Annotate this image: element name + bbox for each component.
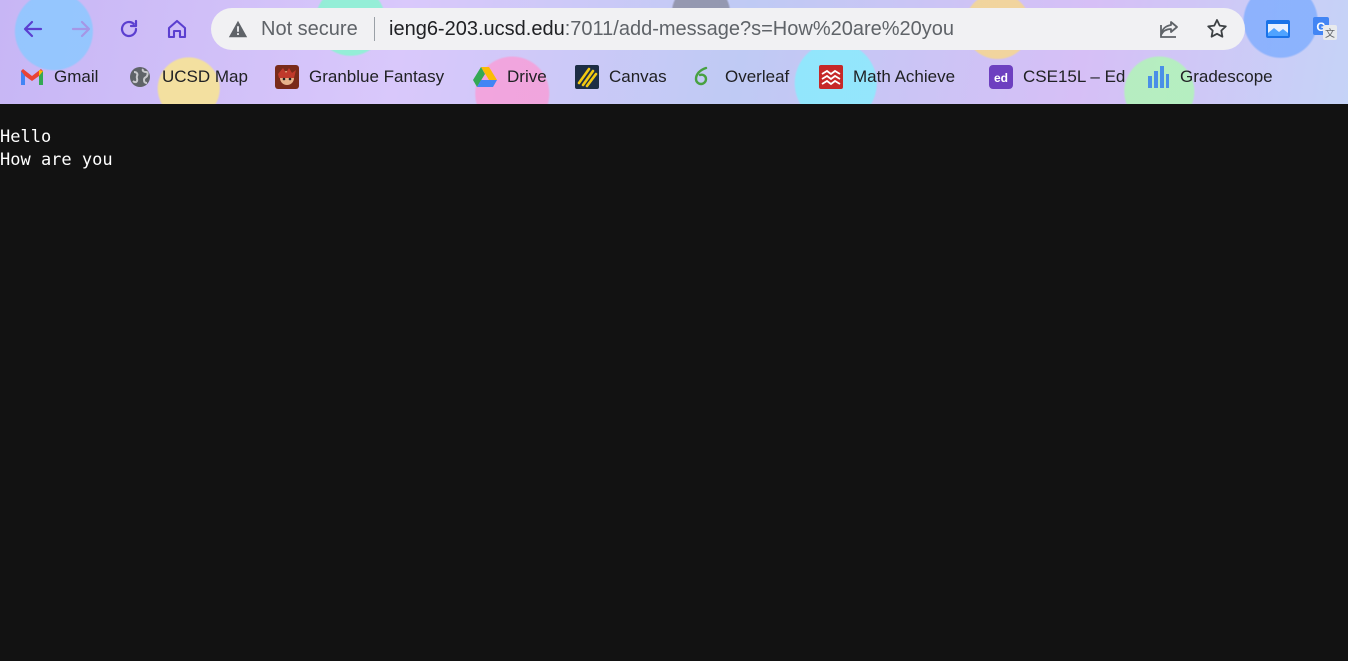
url-host: ieng6-203.ucsd.edu [389,18,565,40]
bookmark-label: Drive [507,67,547,86]
home-button[interactable] [160,12,194,46]
message-line: How are you [0,150,113,170]
url-text[interactable]: ieng6-203.ucsd.edu:7011/add-message?s=Ho… [389,18,954,41]
granblue-icon [275,65,299,89]
bookmarks-bar: Gmail UCSD Map Granblue Fantasy Drive Ca… [0,62,1348,92]
svg-text:ed: ed [994,71,1008,85]
bookmark-label: CSE15L – Ed [1023,67,1126,86]
translate-extension-icon[interactable]: G文 [1312,16,1338,42]
screenshot-extension-icon[interactable] [1265,16,1291,42]
bookmark-overleaf[interactable]: Overleaf [691,62,789,92]
bookmark-ucsd-map[interactable]: UCSD Map [128,62,248,92]
security-label[interactable]: Not secure [261,18,358,41]
star-icon[interactable] [1205,17,1229,41]
bookmark-label: Granblue Fantasy [309,67,445,86]
share-icon[interactable] [1157,17,1181,41]
browser-chrome: Not secure ieng6-203.ucsd.edu:7011/add-m… [0,0,1348,104]
home-icon [167,19,187,39]
ed-icon: ed [989,65,1013,89]
bookmark-drive[interactable]: Drive [473,62,547,92]
canvas-icon [575,65,599,89]
svg-text:文: 文 [1325,27,1335,40]
bookmark-gradescope[interactable]: Gradescope [1146,62,1273,92]
page-content: Hello How are you [0,105,1348,661]
forward-button[interactable] [64,12,98,46]
omnibox-divider [374,17,375,41]
bookmark-granblue-fantasy[interactable]: Granblue Fantasy [275,62,444,92]
reload-icon [120,19,138,38]
bookmark-gmail[interactable]: Gmail [20,62,98,92]
overleaf-icon [694,66,708,86]
google-drive-icon [473,67,497,87]
bookmark-label: Math Achieve [853,67,956,86]
bookmark-cse15l-ed[interactable]: ed CSE15L – Ed [989,62,1125,92]
bookmark-math-achieve[interactable]: Math Achieve [819,62,955,92]
arrow-right-icon [71,20,91,38]
arrow-left-icon [23,20,43,38]
bookmark-canvas[interactable]: Canvas [575,62,667,92]
bookmark-label: UCSD Map [162,67,248,86]
reload-button[interactable] [112,12,146,46]
back-button[interactable] [16,12,50,46]
bookmark-label: Overleaf [725,67,790,86]
globe-icon [130,67,150,87]
bookmark-label: Gmail [54,67,99,86]
bookmark-label: Gradescope [1180,67,1273,86]
gradescope-icon [1148,66,1169,88]
url-path: :7011/add-message?s=How%20are%20you [564,18,955,40]
bookmark-label: Canvas [609,67,667,86]
address-bar[interactable]: Not secure ieng6-203.ucsd.edu:7011/add-m… [211,8,1245,50]
gmail-icon [21,69,43,85]
warning-triangle-icon[interactable] [227,18,249,40]
message-line: Hello [0,127,52,147]
math-achieve-icon [819,65,843,89]
